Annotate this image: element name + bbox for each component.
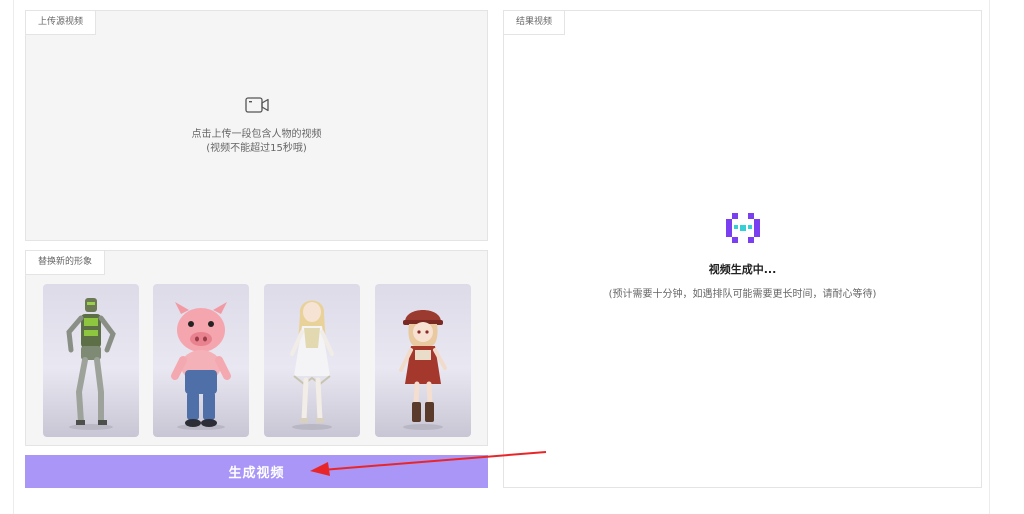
avatar-card-robot[interactable] bbox=[43, 284, 139, 437]
video-camera-icon bbox=[244, 96, 270, 114]
generation-status-title: 视频生成中... bbox=[708, 263, 777, 276]
upload-dropzone[interactable]: 点击上传一段包含人物的视频 (视频不能超过15秒哦) bbox=[26, 96, 487, 156]
robot-avatar-icon bbox=[66, 298, 116, 430]
avatar-card-red-hat-girl[interactable] bbox=[375, 284, 471, 437]
upload-video-panel[interactable]: 上传源视频 点击上传一段包含人物的视频 (视频不能超过15秒哦) bbox=[25, 10, 488, 241]
blonde-girl-avatar-icon bbox=[290, 300, 334, 430]
result-panel-tag: 结果视频 bbox=[504, 11, 566, 35]
avatar-card-pig[interactable] bbox=[153, 284, 249, 437]
replace-avatar-panel: 替换新的形象 bbox=[25, 250, 488, 446]
generation-status-note: (预计需要十分钟，如遇排队可能需要更长时间，请耐心等待) bbox=[608, 289, 877, 300]
generation-status: 视频生成中... (预计需要十分钟，如遇排队可能需要更长时间，请耐心等待) bbox=[504, 211, 981, 300]
result-video-panel: 结果视频 视频生成中... (预计需要十分钟，如遇排队可能需要更长时间，请耐心等… bbox=[503, 10, 982, 488]
loading-brackets-icon bbox=[724, 211, 762, 245]
red-hat-girl-avatar-icon bbox=[399, 310, 447, 430]
pig-avatar-icon bbox=[171, 302, 231, 430]
generate-video-button[interactable]: 生成视频 bbox=[25, 455, 488, 488]
upload-panel-tag: 上传源视频 bbox=[26, 11, 97, 35]
avatar-card-blonde-girl[interactable] bbox=[264, 284, 360, 437]
avatar-panel-tag: 替换新的形象 bbox=[26, 251, 106, 275]
upload-prompt: 点击上传一段包含人物的视频 bbox=[191, 129, 322, 140]
avatar-list bbox=[43, 284, 471, 437]
upload-hint: (视频不能超过15秒哦) bbox=[206, 143, 307, 154]
